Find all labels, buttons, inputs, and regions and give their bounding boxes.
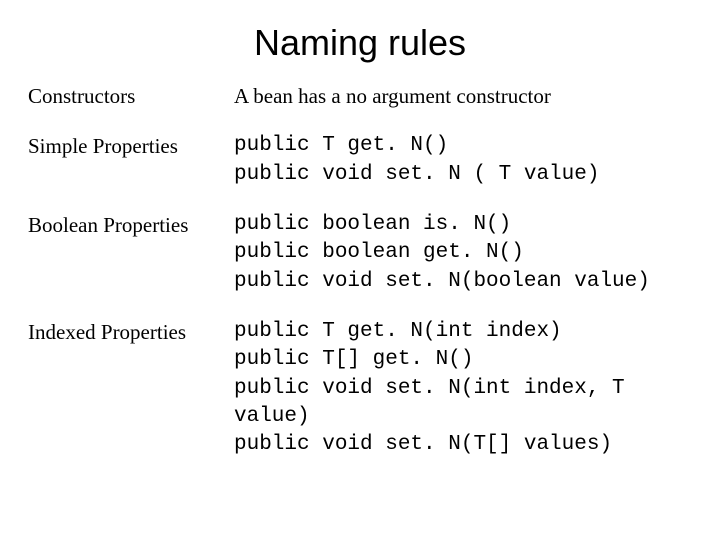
row-label: Indexed Properties bbox=[28, 318, 234, 346]
row-value: public boolean is. N() public boolean ge… bbox=[234, 211, 692, 296]
table-row: Constructors A bean has a no argument co… bbox=[28, 82, 692, 110]
slide-title: Naming rules bbox=[28, 22, 692, 64]
row-value: public T get. N() public void set. N ( T… bbox=[234, 132, 692, 189]
row-value: public T get. N(int index) public T[] ge… bbox=[234, 318, 692, 460]
table-row: Boolean Properties public boolean is. N(… bbox=[28, 211, 692, 296]
table-row: Indexed Properties public T get. N(int i… bbox=[28, 318, 692, 460]
row-value: A bean has a no argument constructor bbox=[234, 82, 692, 110]
row-label: Constructors bbox=[28, 82, 234, 110]
row-label: Simple Properties bbox=[28, 132, 234, 160]
table-row: Simple Properties public T get. N() publ… bbox=[28, 132, 692, 189]
row-label: Boolean Properties bbox=[28, 211, 234, 239]
